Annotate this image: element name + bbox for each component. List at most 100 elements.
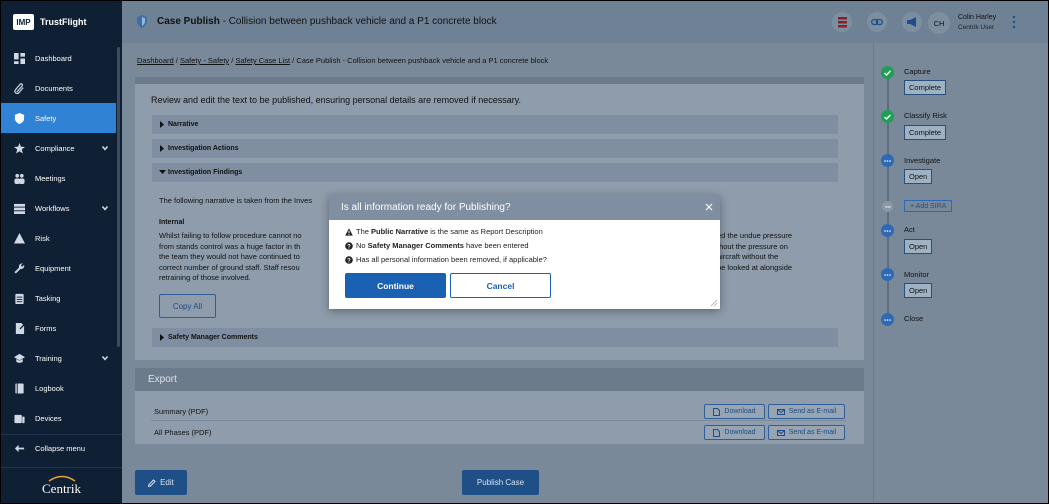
sidebar-item-label: Workflows: [35, 203, 70, 213]
question-circle-icon: ?: [345, 255, 353, 264]
collapse-menu-label: Collapse menu: [35, 444, 86, 453]
findings-line: Whilst failing to follow procedure canno…: [159, 231, 302, 240]
cancel-button[interactable]: Cancel: [450, 273, 551, 298]
sidebar-item-label: Equipment: [35, 263, 71, 273]
sidebar-item-label: Safety: [35, 113, 57, 123]
breadcrumb-current: Case Publish - Collision between pushbac…: [296, 56, 549, 65]
sidebar-item-dashboard[interactable]: Dashboard: [1, 43, 122, 73]
resize-grip-icon[interactable]: [710, 299, 718, 307]
sidebar: IMP TrustFlight Dashboard Documents Safe…: [1, 1, 122, 503]
breadcrumb-link-case-list[interactable]: Safety Case List: [235, 56, 290, 65]
step-button-act[interactable]: Open: [904, 239, 933, 254]
ellipsis-icon: [881, 224, 894, 237]
download-button[interactable]: Download: [704, 404, 765, 419]
edit-button[interactable]: Edit: [135, 470, 187, 495]
centrik-logo-text: Centrik: [42, 480, 81, 496]
findings-text-right: ed the undue pressure thout the pressure…: [717, 231, 792, 273]
findings-line: thout the pressure on: [717, 241, 788, 251]
sidebar-item-label: Compliance: [35, 143, 75, 153]
forms-icon: [13, 322, 25, 334]
ellipsis-icon: [881, 268, 894, 281]
accordion-label: Safety Manager Comments: [168, 334, 258, 341]
user-name: Colin Harley: [958, 14, 997, 21]
publish-case-button[interactable]: Publish Case: [462, 470, 539, 495]
sidebar-item-label: Documents: [35, 83, 73, 93]
step-label-monitor: Monitor: [904, 270, 930, 279]
sidebar-item-tasking[interactable]: Tasking: [1, 283, 122, 313]
dialog-title: Is all information ready for Publishing?: [341, 202, 511, 213]
page-title: Case Publish - Collision between pushbac…: [157, 16, 497, 27]
envelope-icon: [776, 408, 785, 415]
publish-confirm-dialog: Is all information ready for Publishing?…: [329, 195, 720, 309]
warning-icon: [345, 227, 353, 236]
sidebar-item-compliance[interactable]: Compliance: [1, 133, 122, 163]
announcements-button[interactable]: [902, 12, 922, 32]
megaphone-icon: [906, 17, 916, 27]
sidebar-item-label: Dashboard: [35, 53, 72, 63]
sidebar-item-risk[interactable]: Risk: [1, 223, 122, 253]
collapse-arrow-icon: [13, 443, 25, 455]
sidebar-item-training[interactable]: Training: [1, 343, 122, 373]
dialog-line-text-pre: No: [356, 241, 368, 250]
accordion-investigation-findings[interactable]: Investigation Findings: [152, 163, 838, 182]
dialog-line-text-post: have been entered: [463, 241, 529, 250]
step-button-classify-risk[interactable]: Complete: [904, 125, 947, 140]
link-icon: [871, 18, 883, 26]
download-button[interactable]: Download: [704, 425, 765, 440]
chevron-right-icon: [160, 334, 164, 341]
accordion-label: Narrative: [168, 121, 199, 128]
chevron-down-icon: [159, 170, 166, 174]
dialog-question-line: ? Has all personal information been remo…: [345, 255, 547, 264]
continue-button[interactable]: Continue: [345, 273, 446, 298]
sidebar-item-equipment[interactable]: Equipment: [1, 253, 122, 283]
step-button-monitor[interactable]: Open: [904, 283, 933, 298]
edit-label: Edit: [160, 478, 174, 487]
collapse-menu-button[interactable]: Collapse menu: [1, 434, 122, 462]
sidebar-item-safety[interactable]: Safety: [1, 103, 116, 133]
sidebar-item-label: Devices: [35, 413, 62, 423]
sidebar-item-devices[interactable]: Devices: [1, 403, 122, 433]
export-panel: Export Summary (PDF) Download Send as E-…: [135, 368, 864, 444]
internal-label: Internal: [159, 219, 185, 226]
findings-line: from stands control was a huge factor in…: [159, 241, 301, 251]
link-button[interactable]: [867, 12, 887, 32]
accordion-safety-manager-comments[interactable]: Safety Manager Comments: [152, 328, 838, 347]
breadcrumb-link-safety[interactable]: Safety - Safety: [180, 56, 229, 65]
topbar: Case Publish - Collision between pushbac…: [122, 1, 1048, 43]
findings-line: retraining of those involved.: [159, 273, 251, 282]
export-row-label: All Phases (PDF): [154, 428, 212, 437]
add-sira-button[interactable]: + Add SIRA: [904, 200, 953, 212]
kebab-menu-icon[interactable]: [1011, 15, 1017, 29]
sidebar-item-logbook[interactable]: Logbook: [1, 373, 122, 403]
sidebar-item-documents[interactable]: Documents: [1, 73, 122, 103]
breadcrumb-link-dashboard[interactable]: Dashboard: [137, 56, 174, 65]
svg-text:?: ?: [347, 258, 351, 264]
send-email-button[interactable]: Send as E-mail: [768, 425, 845, 440]
accordion-label: Investigation Actions: [168, 145, 239, 152]
brand[interactable]: IMP TrustFlight: [1, 1, 122, 43]
check-icon: [881, 66, 894, 79]
sidebar-item-meetings[interactable]: Meetings: [1, 163, 122, 193]
alerts-button[interactable]: [832, 12, 852, 32]
accordion-investigation-actions[interactable]: Investigation Actions: [152, 139, 838, 158]
sidebar-item-workflows[interactable]: Workflows: [1, 193, 122, 223]
copy-all-button[interactable]: Copy All: [159, 294, 216, 318]
question-circle-icon: ?: [345, 241, 353, 250]
step-label-capture: Capture: [904, 67, 931, 76]
avatar[interactable]: CH: [928, 12, 950, 34]
dialog-header: Is all information ready for Publishing?: [329, 195, 720, 220]
check-icon: [881, 110, 894, 123]
step-button-capture[interactable]: Complete: [904, 80, 947, 95]
sidebar-scrollbar[interactable]: [117, 47, 120, 347]
dialog-line-text: Has all personal information been remove…: [356, 255, 547, 264]
close-icon[interactable]: [704, 202, 714, 212]
file-icon: [713, 407, 721, 416]
step-button-investigate[interactable]: Open: [904, 169, 933, 184]
sidebar-item-label: Forms: [35, 323, 57, 333]
send-email-button[interactable]: Send as E-mail: [768, 404, 845, 419]
findings-intro: The following narrative is taken from th…: [159, 196, 312, 207]
export-row-label: Summary (PDF): [154, 407, 209, 416]
accordion-narrative[interactable]: Narrative: [152, 115, 838, 134]
dialog-line-text-bold: Public Narrative: [371, 227, 429, 236]
sidebar-item-forms[interactable]: Forms: [1, 313, 122, 343]
